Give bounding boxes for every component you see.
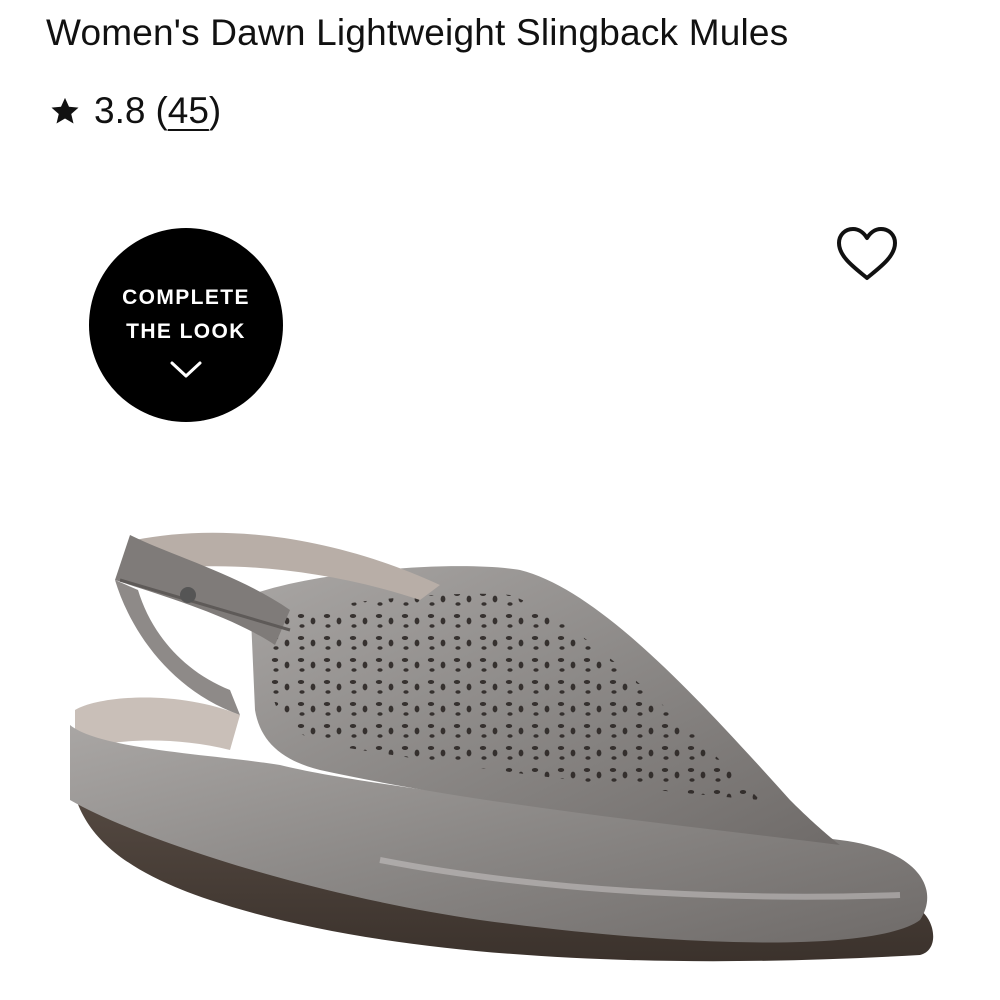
complete-the-look-label-line1: COMPLETE — [122, 286, 250, 309]
review-count-close-paren: ) — [208, 90, 222, 131]
review-count-number[interactable]: 45 — [168, 90, 209, 131]
chevron-down-icon — [170, 361, 202, 378]
product-rating[interactable]: 3.8 (45) — [50, 90, 221, 132]
product-image — [70, 532, 934, 962]
review-count[interactable]: (45) — [155, 90, 221, 132]
complete-the-look-button[interactable]: COMPLETE THE LOOK — [89, 228, 283, 422]
review-count-open-paren: ( — [155, 90, 168, 131]
heart-icon[interactable] — [835, 226, 899, 282]
product-title: Women's Dawn Lightweight Slingback Mules — [46, 12, 789, 53]
star-icon — [51, 97, 79, 124]
complete-the-look-label-line2: THE LOOK — [126, 320, 246, 343]
rating-value: 3.8 — [94, 90, 146, 131]
